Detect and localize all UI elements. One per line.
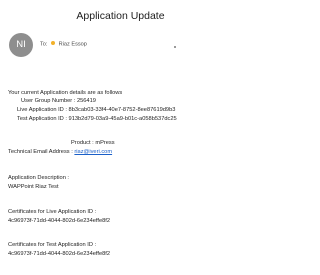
app-description-value: WAPPoint Riaz Test <box>8 184 59 190</box>
presence-status-icon <box>51 41 56 45</box>
live-app-id-line: Live Application ID : 8b3cab03-33f4-40e7… <box>17 107 176 113</box>
email-subject: Application Update <box>76 10 165 22</box>
to-label: To: <box>40 41 48 48</box>
cert-test-label: Certificates for Test Application ID : <box>8 242 97 248</box>
tech-email-label: Technical Email Address : <box>8 149 75 155</box>
cert-test-value: 4c96973f-71dd-4044-802d-6e234effe8f2 <box>8 251 111 257</box>
tech-email-link[interactable]: riaz@iveri.com <box>74 149 112 155</box>
decorative-dot <box>174 46 176 48</box>
sender-avatar[interactable]: NI <box>9 33 33 57</box>
to-line: To: Riaz Essop <box>40 41 87 48</box>
tech-email-line: Technical Email Address : riaz@iveri.com <box>8 148 112 157</box>
recipient-name[interactable]: Riaz Essop <box>59 42 87 48</box>
user-group-line: User Group Number : 256419 <box>21 98 96 104</box>
cert-live-label: Certificates for Live Application ID : <box>8 209 97 215</box>
test-app-id-line: Test Application ID : 913b2d79-03a9-45a9… <box>17 116 177 122</box>
product-line: Product : mPress <box>71 140 115 146</box>
cert-live-value: 4c96973f-71dd-4044-802d-6e234effe8f2 <box>8 218 111 224</box>
app-description-label: Application Description : <box>8 175 70 181</box>
